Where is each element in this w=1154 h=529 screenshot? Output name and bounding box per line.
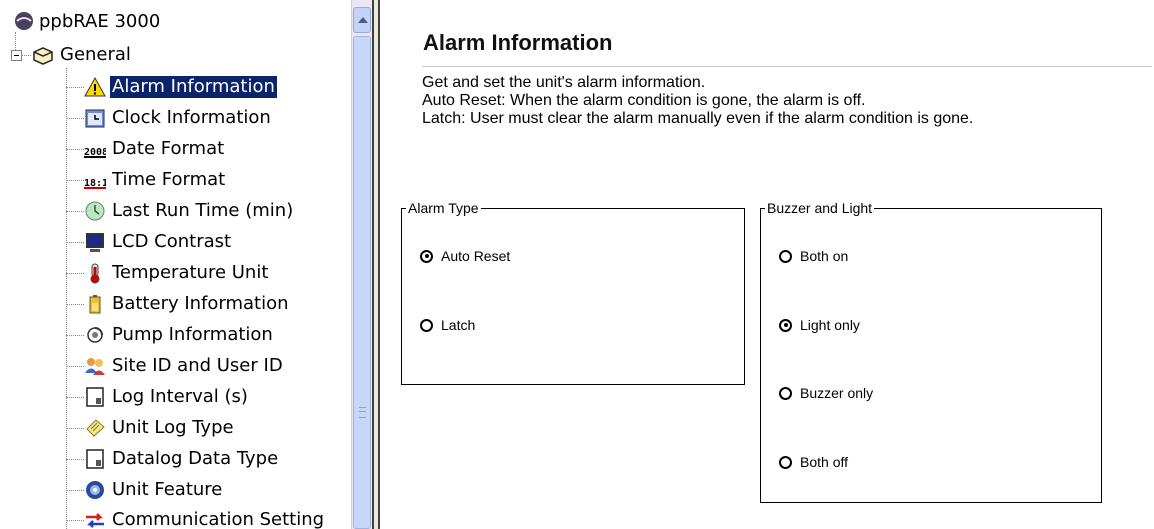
- scroll-up-button[interactable]: [353, 7, 371, 33]
- radio-buzzer-only[interactable]: Buzzer only: [779, 385, 873, 401]
- feature-icon: [84, 479, 106, 501]
- tree-root-item[interactable]: ppbRAE 3000: [13, 10, 160, 32]
- tree-item-label: Unit Log Type: [112, 417, 234, 438]
- tree-item-unit-feature[interactable]: Unit Feature: [84, 477, 224, 503]
- tree-item-label: Date Format: [112, 138, 225, 159]
- radio-label: Both off: [800, 454, 849, 470]
- clock-icon: [84, 107, 106, 129]
- tree-item-label: LCD Contrast: [112, 231, 232, 252]
- tree-item-pump-information[interactable]: Pump Information: [84, 322, 275, 348]
- folder-open-icon: [32, 44, 54, 66]
- tree-item-temperature-unit[interactable]: Temperature Unit: [84, 260, 270, 286]
- tree-item-log-interval[interactable]: Log Interval (s): [84, 384, 250, 410]
- tree-item-site-id-user-id[interactable]: Site ID and User ID: [84, 353, 285, 379]
- pump-icon: [84, 324, 106, 346]
- radio-auto-reset[interactable]: Auto Reset: [420, 248, 510, 264]
- tree-item-clock-information[interactable]: Clock Information: [84, 105, 273, 131]
- tree-item-label: Clock Information: [112, 107, 271, 128]
- radio-button[interactable]: [420, 249, 433, 263]
- radio-light-only[interactable]: Light only: [779, 317, 860, 333]
- radio-button[interactable]: [779, 249, 792, 263]
- thermometer-icon: [84, 262, 106, 284]
- transfer-arrows-icon: [84, 509, 106, 529]
- tree-item-unit-log-type[interactable]: Unit Log Type: [84, 415, 236, 441]
- tree-item-label: Site ID and User ID: [112, 355, 283, 376]
- time-format-icon: 18:10: [84, 169, 114, 191]
- tree-item-label: Log Interval (s): [112, 386, 248, 407]
- tree-item-label: General: [60, 44, 131, 65]
- tree-item-label: Unit Feature: [112, 479, 223, 500]
- description-line: Get and set the unit's alarm information…: [422, 74, 706, 91]
- pane-splitter[interactable]: [372, 0, 380, 529]
- radio-both-off[interactable]: Both off: [779, 454, 848, 470]
- tree-item-label: Battery Information: [112, 293, 289, 314]
- warning-icon: [84, 76, 106, 98]
- tree-item-date-format[interactable]: 2008 Date Format: [84, 136, 226, 162]
- radio-button[interactable]: [779, 386, 792, 400]
- tree-item-label: Alarm Information: [110, 76, 277, 98]
- log-type-icon: [84, 417, 106, 439]
- alarm-type-group: Alarm Type: [401, 200, 745, 385]
- users-icon: [84, 355, 106, 377]
- group-legend: Alarm Type: [408, 200, 479, 216]
- description-line: Auto Reset: When the alarm condition is …: [422, 92, 866, 109]
- scroll-thumb[interactable]: [353, 36, 371, 529]
- radio-label: Latch: [441, 317, 476, 333]
- tree-item-label: Temperature Unit: [112, 262, 269, 283]
- radio-button[interactable]: [420, 318, 433, 332]
- tree-item-label: Last Run Time (min): [112, 200, 294, 221]
- tree-item-battery-information[interactable]: Battery Information: [84, 291, 291, 317]
- tree-item-communication-setting[interactable]: Communication Setting: [84, 507, 326, 529]
- device-icon: [13, 10, 35, 32]
- radio-both-on[interactable]: Both on: [779, 248, 848, 264]
- tree-item-label: Time Format: [112, 169, 226, 190]
- radio-label: Auto Reset: [441, 248, 511, 264]
- radio-button[interactable]: [779, 455, 792, 469]
- radio-button[interactable]: [779, 318, 792, 332]
- radio-label: Light only: [800, 317, 860, 333]
- tree-item-label: Communication Setting: [112, 509, 325, 529]
- document-icon: [84, 386, 106, 408]
- tree-root-label: ppbRAE 3000: [39, 10, 161, 32]
- date-format-icon: 2008: [84, 138, 108, 160]
- description-line: Latch: User must clear the alarm manuall…: [422, 110, 974, 127]
- tree-item-label: Pump Information: [112, 324, 273, 345]
- tree-item-label: Datalog Data Type: [112, 448, 279, 469]
- radio-label: Buzzer only: [800, 385, 874, 401]
- tree-item-last-run-time[interactable]: Last Run Time (min): [84, 198, 295, 224]
- tree-item-alarm-information[interactable]: Alarm Information: [84, 74, 277, 100]
- content-panel: Alarm Information Get and set the unit's…: [380, 0, 1154, 529]
- tree-item-lcd-contrast[interactable]: LCD Contrast: [84, 229, 233, 255]
- title-divider: [422, 66, 1152, 67]
- scroll-grip-icon: [359, 407, 366, 418]
- document-icon: [84, 448, 106, 470]
- radio-label: Both on: [800, 248, 849, 264]
- page-title: Alarm Information: [423, 30, 613, 55]
- tree-item-time-format[interactable]: 18:10 Time Format: [84, 167, 227, 193]
- battery-icon: [84, 293, 106, 315]
- tree-item-general[interactable]: General: [32, 42, 133, 68]
- tree-scrollbar[interactable]: [351, 0, 372, 529]
- monitor-icon: [84, 231, 106, 253]
- settings-tree: ppbRAE 3000 General Alarm Information Cl…: [0, 0, 351, 529]
- timer-icon: [84, 200, 106, 222]
- group-legend: Buzzer and Light: [767, 200, 873, 216]
- tree-item-datalog-data-type[interactable]: Datalog Data Type: [84, 446, 280, 472]
- radio-latch[interactable]: Latch: [420, 317, 475, 333]
